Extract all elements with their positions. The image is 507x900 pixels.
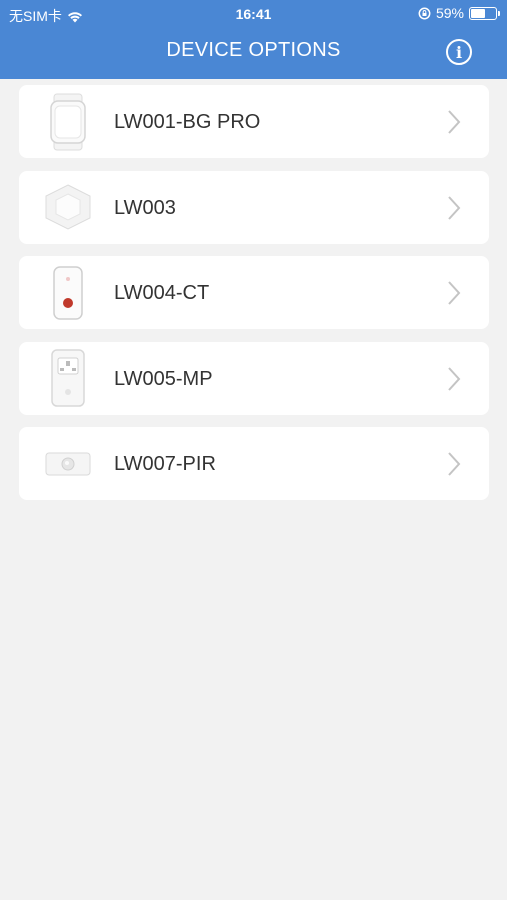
device-name: LW003 [114, 196, 176, 219]
page-title: DEVICE OPTIONS [166, 39, 341, 61]
battery-fill [471, 8, 485, 18]
chevron-right-icon [448, 366, 461, 391]
device-item-lw001-bg-pro[interactable]: LW001-BG PRO [19, 85, 489, 158]
navigation-bar: 无SIM卡 16:41 59% DEVICE OPTIONS i [0, 0, 507, 79]
device-name: LW004-CT [114, 282, 210, 304]
device-name: LW001-BG PRO [114, 111, 261, 133]
device-item-lw007-pir[interactable]: LW007-PIR [19, 427, 489, 500]
wristband-device-icon [43, 93, 93, 150]
device-name: LW007-PIR [114, 453, 216, 475]
device-item-lw003[interactable]: LW003 [19, 170, 489, 244]
device-item-lw004-ct[interactable]: LW004-CT [19, 256, 489, 329]
status-bar: 无SIM卡 16:41 59% [0, 0, 507, 28]
card-tag-device-icon [43, 264, 93, 321]
hexagon-device-icon [43, 179, 93, 236]
info-button[interactable]: i [446, 39, 472, 65]
smart-plug-device-icon [43, 349, 93, 407]
device-name: LW005-MP [114, 367, 213, 390]
orientation-lock-icon [418, 7, 431, 19]
chevron-right-icon [448, 281, 461, 305]
chevron-right-icon [448, 452, 461, 476]
status-right: 59% [418, 5, 500, 21]
device-item-lw005-mp[interactable]: LW005-MP [19, 341, 489, 415]
battery-percent: 59% [435, 5, 464, 21]
device-list: LW001-BG PRO LW003 LW004-CT LW005-MP LW0… [19, 85, 489, 513]
battery-icon [469, 6, 500, 20]
info-icon: i [455, 42, 463, 62]
pir-sensor-device-icon [43, 435, 93, 492]
chevron-right-icon [448, 110, 461, 134]
chevron-right-icon [448, 195, 461, 220]
